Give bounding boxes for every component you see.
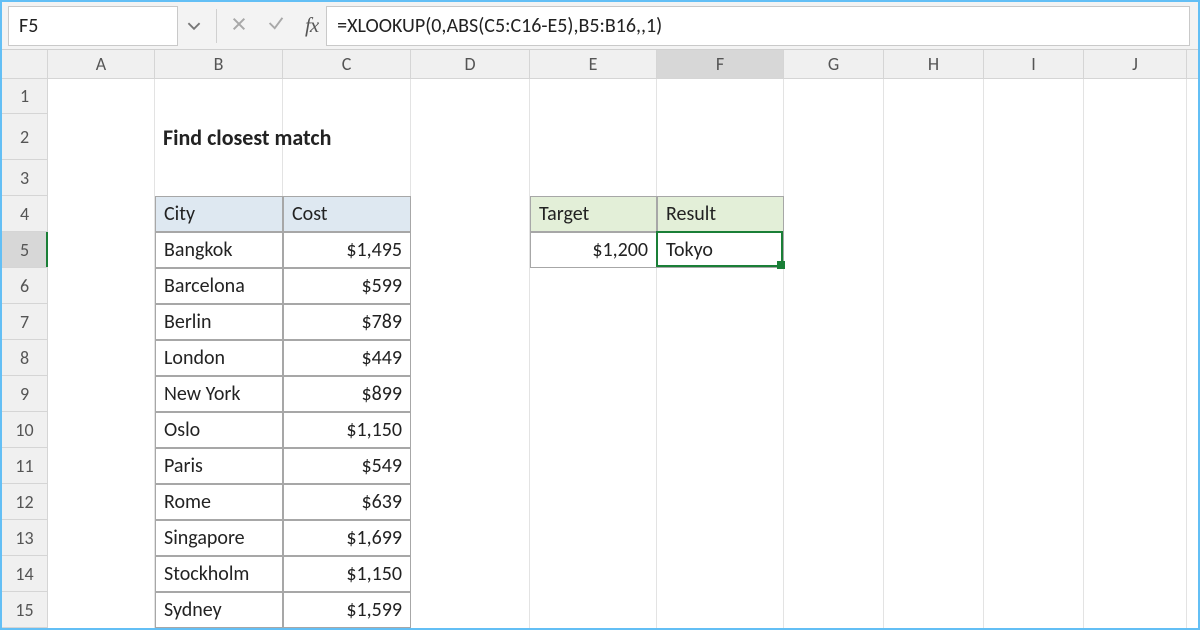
col-header-H[interactable]: H — [884, 50, 984, 78]
col-header-B[interactable]: B — [155, 50, 283, 78]
row-header-15[interactable]: 15 — [2, 592, 47, 628]
confirm-icon[interactable] — [267, 14, 285, 38]
table-row[interactable]: Singapore — [155, 520, 283, 556]
table-row[interactable]: $639 — [283, 484, 411, 520]
row-header-4[interactable]: 4 — [2, 196, 47, 232]
col-header-D[interactable]: D — [411, 50, 530, 78]
table-row[interactable]: Paris — [155, 448, 283, 484]
table-row[interactable]: Sydney — [155, 592, 283, 628]
table-row[interactable]: $1,599 — [283, 592, 411, 628]
table-row[interactable]: Stockholm — [155, 556, 283, 592]
table-row[interactable]: Berlin — [155, 304, 283, 340]
row-header-12[interactable]: 12 — [2, 484, 47, 520]
row-header-13[interactable]: 13 — [2, 520, 47, 556]
row-header-9[interactable]: 9 — [2, 376, 47, 412]
table-row[interactable]: Rome — [155, 484, 283, 520]
row-header-8[interactable]: 8 — [2, 340, 47, 376]
col-header-G[interactable]: G — [784, 50, 884, 78]
lookup-result-label[interactable]: Result — [657, 196, 784, 232]
table-row[interactable]: Barcelona — [155, 268, 283, 304]
row-header-5[interactable]: 5 — [2, 232, 47, 268]
worksheet: ABCDEFGHIJ 123456789101112131415 Find cl… — [2, 50, 1198, 628]
col-header-I[interactable]: I — [984, 50, 1084, 78]
table-row[interactable]: $549 — [283, 448, 411, 484]
col-header-F[interactable]: F — [657, 50, 784, 78]
table-row[interactable]: $599 — [283, 268, 411, 304]
lookup-result-value[interactable]: Tokyo — [657, 232, 784, 268]
table-row[interactable]: $789 — [283, 304, 411, 340]
row-header-7[interactable]: 7 — [2, 304, 47, 340]
cancel-icon[interactable] — [231, 14, 247, 38]
row-header-3[interactable]: 3 — [2, 160, 47, 196]
col-header-C[interactable]: C — [283, 50, 411, 78]
table-row[interactable]: $1,495 — [283, 232, 411, 268]
table-row[interactable]: $1,699 — [283, 520, 411, 556]
page-title[interactable]: Find closest match — [155, 114, 411, 160]
table-header-city[interactable]: City — [155, 196, 283, 232]
name-box-dropdown[interactable] — [178, 19, 210, 33]
table-row[interactable]: $1,150 — [283, 556, 411, 592]
table-row[interactable]: $899 — [283, 376, 411, 412]
col-header-J[interactable]: J — [1084, 50, 1187, 78]
formula-text: =XLOOKUP(0,ABS(C5:C16-E5),B5:B16,,1) — [337, 14, 662, 38]
fx-icon[interactable]: fx — [305, 13, 318, 38]
row-header-6[interactable]: 6 — [2, 268, 47, 304]
row-header-1[interactable]: 1 — [2, 79, 47, 114]
table-row[interactable]: Oslo — [155, 412, 283, 448]
name-box-value: F5 — [19, 14, 38, 38]
row-header-14[interactable]: 14 — [2, 556, 47, 592]
row-header-11[interactable]: 11 — [2, 448, 47, 484]
table-header-cost[interactable]: Cost — [283, 196, 411, 232]
column-headers: ABCDEFGHIJ — [48, 50, 1198, 79]
row-header-2[interactable]: 2 — [2, 114, 47, 160]
formula-bar: F5 fx =XLOOKUP(0,ABS(C5:C16-E5),B5:B16,,… — [2, 2, 1198, 50]
row-headers: 123456789101112131415 — [2, 79, 48, 628]
row-header-10[interactable]: 10 — [2, 412, 47, 448]
lookup-target-label[interactable]: Target — [530, 196, 657, 232]
select-all-corner[interactable] — [2, 50, 48, 79]
formula-input[interactable]: =XLOOKUP(0,ABS(C5:C16-E5),B5:B16,,1) — [326, 6, 1190, 46]
table-row[interactable]: Bangkok — [155, 232, 283, 268]
table-row[interactable]: $449 — [283, 340, 411, 376]
table-row[interactable]: London — [155, 340, 283, 376]
col-header-E[interactable]: E — [530, 50, 657, 78]
name-box[interactable]: F5 — [8, 6, 178, 46]
table-row[interactable]: $1,150 — [283, 412, 411, 448]
cell-grid[interactable]: Find closest match CityCostBangkok$1,495B… — [48, 79, 1198, 628]
separator — [216, 9, 217, 43]
chevron-down-icon — [187, 19, 201, 33]
formula-bar-buttons: fx — [223, 13, 326, 38]
lookup-target-value[interactable]: $1,200 — [530, 232, 657, 268]
table-row[interactable]: New York — [155, 376, 283, 412]
col-header-A[interactable]: A — [48, 50, 155, 78]
